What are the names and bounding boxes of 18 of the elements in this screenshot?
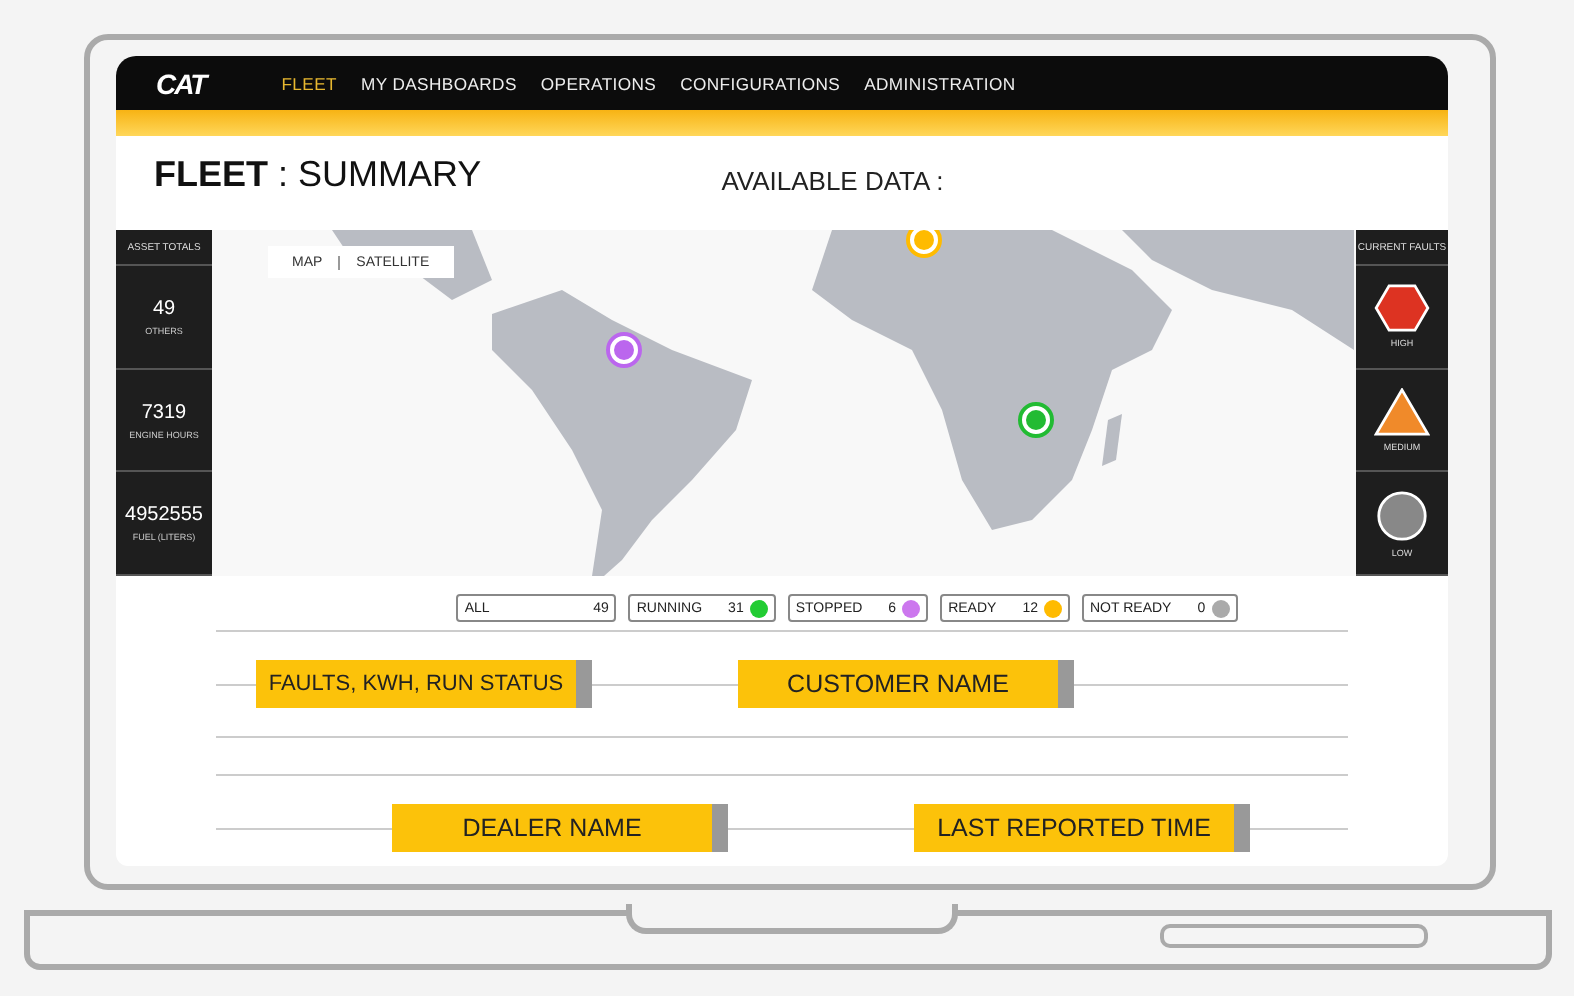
nav-link[interactable]: OPERATIONS: [540, 73, 657, 93]
triangle-icon: [1374, 388, 1430, 436]
asset-value: 7319: [141, 401, 187, 423]
nav-link[interactable]: FLEET: [281, 73, 337, 93]
data-tag: DEALER NAME: [392, 804, 728, 852]
data-tag: LAST REPORTED TIME: [914, 804, 1250, 852]
hexagon-icon: [1374, 284, 1430, 333]
available-data-label: AVAILABLE DATA :: [721, 166, 944, 200]
circle-icon: [1376, 489, 1428, 542]
asset-value: 49: [152, 297, 176, 320]
nav-link[interactable]: CONFIGURATIONS: [680, 73, 841, 93]
data-tag: FAULTS, KWH, RUN STATUS: [256, 660, 592, 708]
asset-value: 4952555: [125, 504, 203, 527]
logo: CAT: [156, 67, 206, 99]
nav-link[interactable]: ADMINISTRATION: [864, 73, 1016, 93]
page-title: FLEET : SUMMARY: [154, 154, 482, 198]
data-tag: CUSTOMER NAME: [738, 660, 1074, 708]
nav-link[interactable]: MY DASHBOARDS: [360, 73, 517, 93]
